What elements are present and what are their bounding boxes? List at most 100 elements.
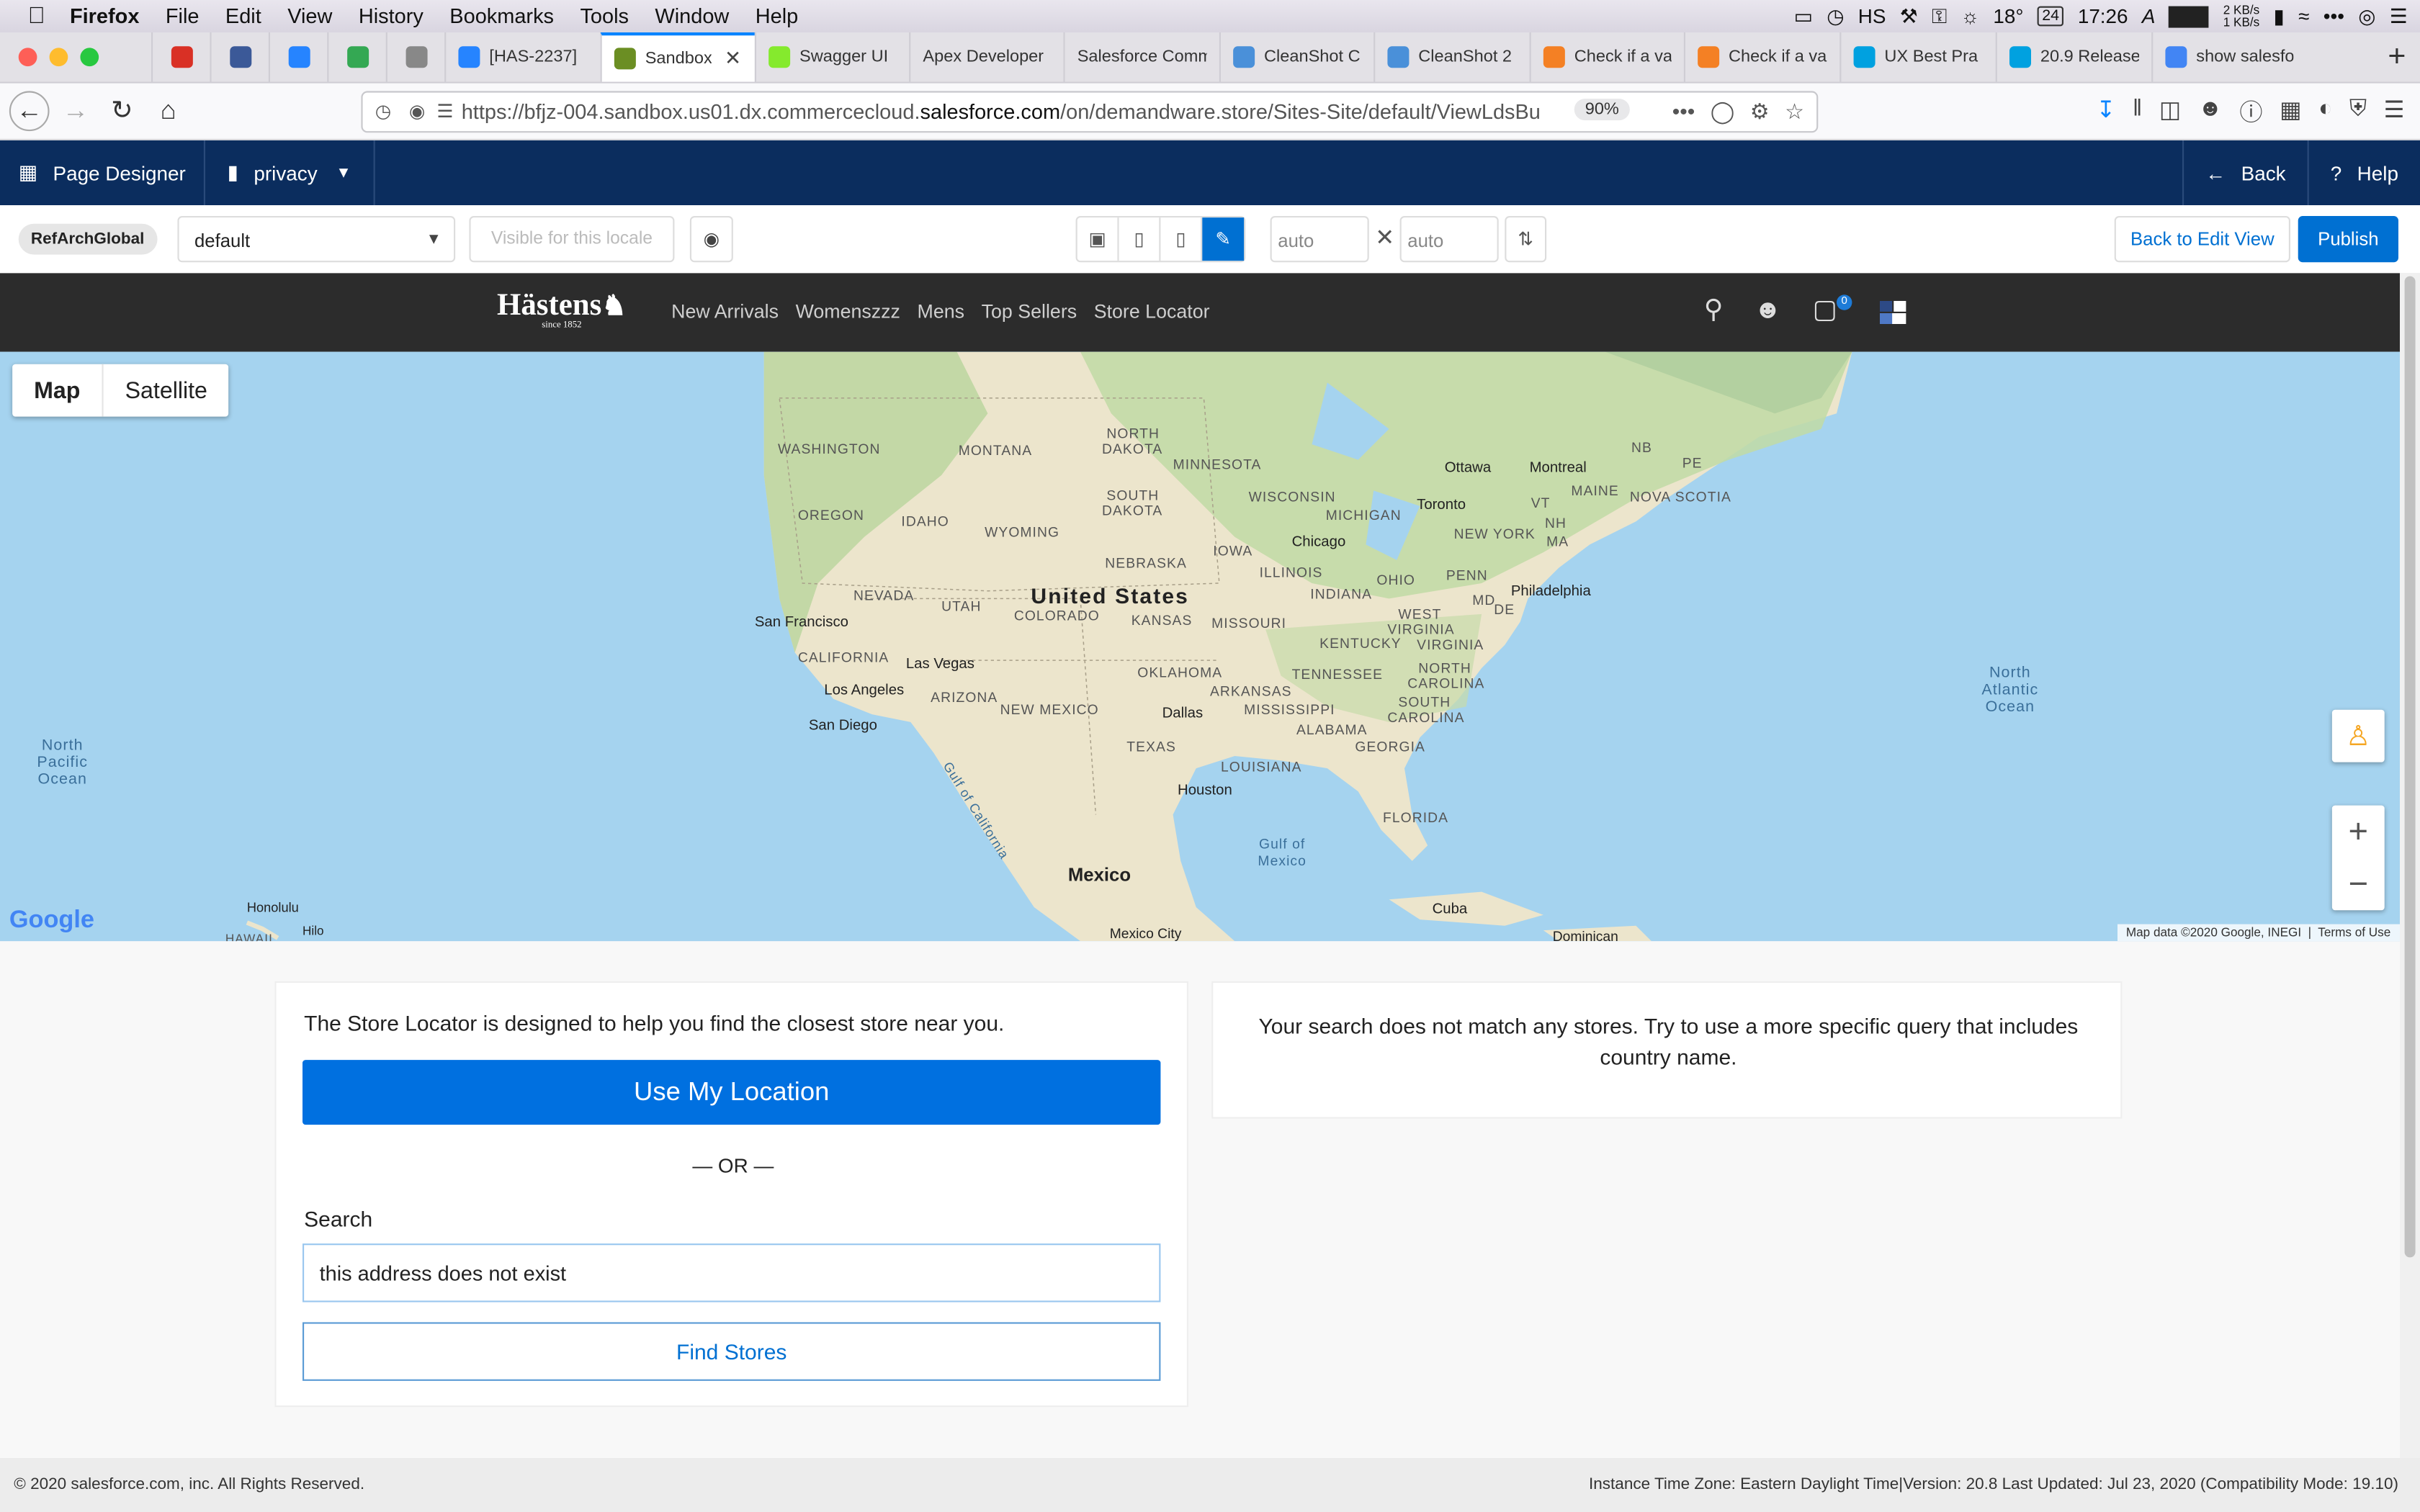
browser-tab[interactable]: Check if a va <box>1683 32 1839 82</box>
new-tab-button[interactable]: + <box>2374 32 2420 82</box>
find-stores-button[interactable]: Find Stores <box>302 1322 1161 1381</box>
battery-icon[interactable]: ▮ <box>2274 4 2285 28</box>
library-icon[interactable]: ‖ <box>2133 96 2142 128</box>
clock-icon[interactable]: ◷ <box>1827 4 1844 28</box>
font-icon[interactable]: A <box>2142 4 2156 27</box>
browser-tab[interactable] <box>385 32 444 82</box>
forward-button[interactable]: → <box>55 91 96 131</box>
mobile-icon[interactable]: ▯ <box>1160 217 1203 261</box>
extension-icon[interactable]: ⚙ <box>1750 99 1770 125</box>
store-map[interactable]: Map Satellite WASHINGTON OREGON IDAHO MO… <box>0 351 2401 942</box>
tool-icon[interactable]: ⚒ <box>1900 4 1918 28</box>
browser-tab[interactable]: UX Best Pra <box>1839 32 1995 82</box>
temperature[interactable]: 18° <box>1993 4 2023 27</box>
back-to-edit-button[interactable]: Back to Edit View <box>2114 216 2290 263</box>
lock-icon[interactable]: ◉ <box>409 100 425 122</box>
browser-tab[interactable]: CleanShot 2 <box>1373 32 1529 82</box>
hamburger-menu-icon[interactable]: ☰ <box>2384 96 2405 128</box>
user-initials[interactable]: HS <box>1858 4 1886 27</box>
menu-view[interactable]: View <box>287 4 332 27</box>
browser-tab[interactable]: Check if a va <box>1529 32 1684 82</box>
close-window-button[interactable] <box>18 48 37 67</box>
desktop-icon[interactable]: ▣ <box>1077 217 1119 261</box>
brand-logo[interactable]: Hästens♞ since 1852 <box>497 289 627 330</box>
shield-icon[interactable]: ⚿ <box>1932 4 1947 28</box>
height-input[interactable]: auto <box>1399 216 1499 263</box>
download-icon[interactable]: ↧ <box>2097 96 2116 128</box>
control-center-icon[interactable]: ◎ <box>2358 4 2375 28</box>
nav-mens[interactable]: Mens <box>918 301 965 323</box>
browser-tab[interactable]: 20.9 Release <box>1995 32 2151 82</box>
password-manager-icon[interactable]: ⓘ <box>2239 96 2262 128</box>
visible-locale-toggle[interactable]: Visible for this locale <box>469 216 675 263</box>
menu-edit[interactable]: Edit <box>225 4 261 27</box>
browser-tab[interactable] <box>268 32 327 82</box>
browser-tab[interactable]: Swagger UI <box>754 32 909 82</box>
list-icon[interactable]: ☰ <box>2390 4 2408 28</box>
back-link[interactable]: ← Back <box>2182 140 2307 205</box>
locale-flag-icon[interactable] <box>1880 300 1906 324</box>
tracking-shield-icon[interactable]: ◷ <box>375 100 391 122</box>
pocket-icon[interactable]: ◯ <box>1711 99 1735 125</box>
browser-tab[interactable]: Sandbox ✕ <box>600 32 755 82</box>
nav-top-sellers[interactable]: Top Sellers <box>982 301 1077 323</box>
menu-bookmarks[interactable]: Bookmarks <box>449 4 554 27</box>
eye-icon[interactable]: ◉ <box>689 216 733 263</box>
sidebar-icon[interactable]: ◫ <box>2159 96 2181 128</box>
browser-tab[interactable]: CleanShot C <box>1219 32 1373 82</box>
google-logo[interactable]: Google <box>9 907 94 935</box>
wifi-icon[interactable]: ≈ <box>2298 4 2309 27</box>
page-actions-icon[interactable]: ••• <box>1672 99 1695 125</box>
locale-select[interactable]: default ▼ <box>177 216 456 263</box>
minimize-window-button[interactable] <box>49 48 68 67</box>
search-input[interactable]: this address does not exist <box>302 1243 1161 1302</box>
width-input[interactable]: auto <box>1270 216 1369 263</box>
menubar-time[interactable]: 17:26 <box>2078 4 2128 27</box>
satellite-view-button[interactable]: Satellite <box>104 364 229 417</box>
activity-graph-icon[interactable] <box>2169 5 2210 27</box>
back-button[interactable]: ← <box>9 91 50 132</box>
close-tab-icon[interactable]: ✕ <box>725 46 741 71</box>
rotate-icon[interactable]: ⇅ <box>1505 216 1547 263</box>
tablet-icon[interactable]: ▯ <box>1119 217 1161 261</box>
calendar-date[interactable]: 24 <box>2037 6 2064 27</box>
cart-icon[interactable]: ▢ <box>1812 294 1837 325</box>
zoom-level[interactable]: 90% <box>1574 99 1630 121</box>
account-icon[interactable]: ☻ <box>2198 96 2223 128</box>
more-icon[interactable]: ••• <box>2323 4 2344 27</box>
scrollbar-thumb[interactable] <box>2404 276 2416 1258</box>
zoom-in-button[interactable]: + <box>2332 806 2385 858</box>
nav-new-arrivals[interactable]: New Arrivals <box>671 301 779 323</box>
url-bar[interactable]: ◷ ◉ ☰ https://bfjz-004.sandbox.us01.dx.c… <box>361 91 1819 133</box>
user-icon[interactable]: ☻ <box>1754 294 1781 325</box>
url-text[interactable]: https://bfjz-004.sandbox.us01.dx.commerc… <box>462 100 1542 123</box>
preview-scrollbar[interactable] <box>2400 273 2420 1458</box>
page-designer-home[interactable]: ▦ Page Designer <box>0 140 206 205</box>
menu-tools[interactable]: Tools <box>580 4 629 27</box>
nav-store-locator[interactable]: Store Locator <box>1094 301 1210 323</box>
zoom-window-button[interactable] <box>80 48 99 67</box>
page-selector[interactable]: ▮ privacy ▼ <box>206 140 375 205</box>
permissions-icon[interactable]: ☰ <box>436 100 453 122</box>
home-button[interactable]: ⌂ <box>148 91 189 131</box>
zoom-out-button[interactable]: − <box>2332 858 2385 910</box>
box-icon[interactable]: ▭ <box>1794 4 1813 28</box>
browser-tab[interactable] <box>327 32 385 82</box>
menu-file[interactable]: File <box>166 4 200 27</box>
browser-tab[interactable] <box>151 32 210 82</box>
bookmark-star-icon[interactable]: ☆ <box>1785 99 1804 125</box>
help-link[interactable]: ? Help <box>2307 140 2420 205</box>
menu-history[interactable]: History <box>359 4 424 27</box>
browser-tab[interactable]: show salesfo <box>2151 32 2305 82</box>
menu-window[interactable]: Window <box>655 4 729 27</box>
browser-tab[interactable]: [HAS-2237] <box>444 32 600 82</box>
terms-link[interactable]: Terms of Use <box>2318 926 2390 940</box>
nav-womens[interactable]: Womenszzz <box>796 301 900 323</box>
search-icon[interactable]: ⚲ <box>1704 294 1724 325</box>
browser-tab[interactable]: Apex Developer <box>909 32 1063 82</box>
publish-button[interactable]: Publish <box>2298 216 2398 263</box>
street-view-pegman-icon[interactable]: ♙ <box>2331 709 2385 762</box>
dimension-close-icon[interactable]: ✕ <box>1375 224 1394 251</box>
grid-extension-icon[interactable]: ▦ <box>2280 96 2301 128</box>
reload-button[interactable]: ↻ <box>102 91 142 131</box>
